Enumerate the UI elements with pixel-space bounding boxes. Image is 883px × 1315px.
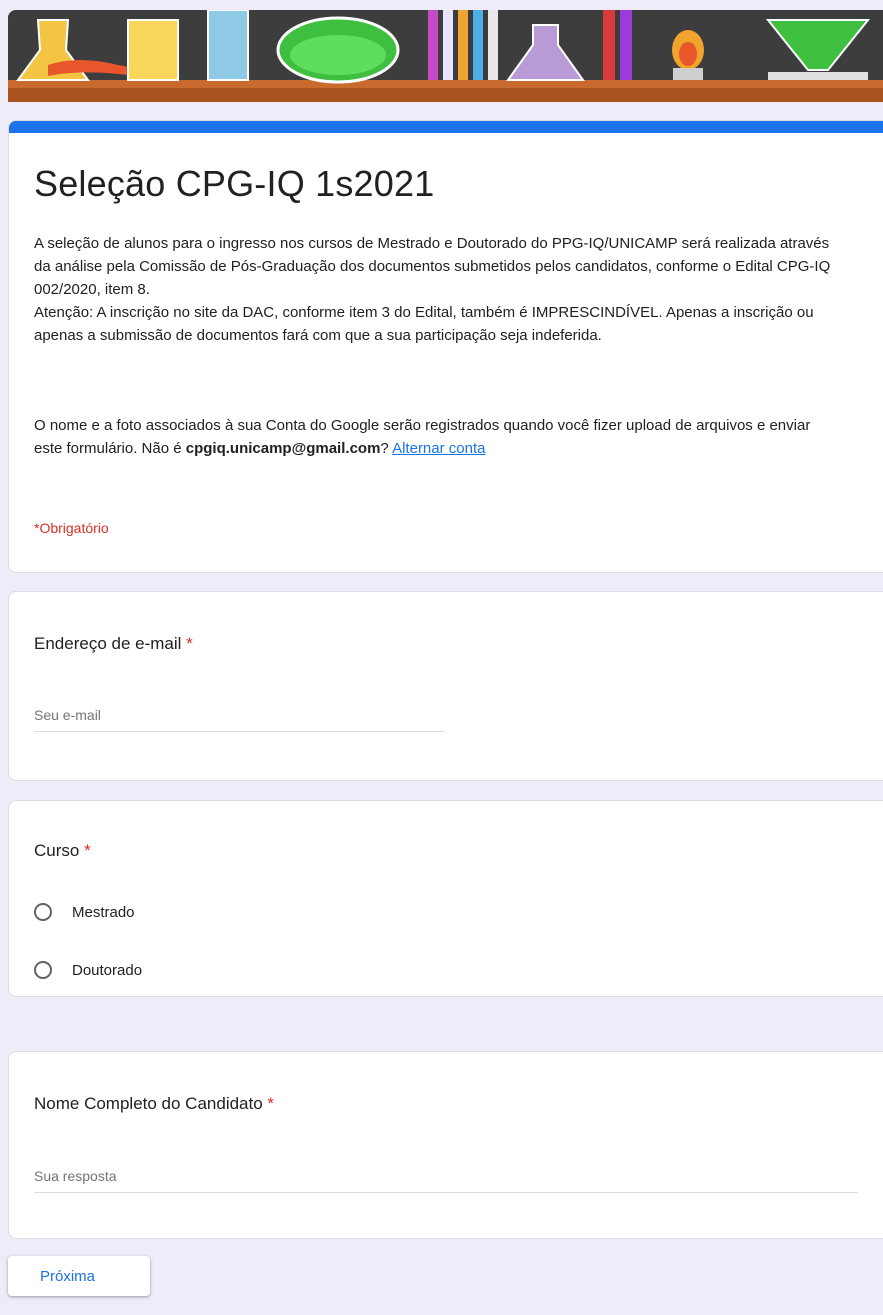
email-question-label: Endereço de e-mail: [34, 634, 182, 653]
next-button[interactable]: Próxima: [8, 1256, 150, 1296]
form-title: Seleção CPG-IQ 1s2021: [34, 163, 435, 204]
form-description-paragraph: Atenção: A inscrição no site da DAC, con…: [34, 304, 814, 344]
radio-button[interactable]: [34, 903, 52, 921]
radio-button[interactable]: [34, 961, 52, 979]
email-question-title: Endereço de e-mail *: [34, 634, 193, 654]
radio-option-label: Mestrado: [72, 903, 135, 921]
form-description-paragraph: A seleção de alunos para o ingresso nos …: [34, 235, 831, 298]
radio-option-label: Doutorado: [72, 961, 143, 979]
required-indicator-note: *Obrigatório: [34, 520, 109, 536]
chemistry-lab-glassware-icon: [8, 10, 883, 102]
required-asterisk: *: [186, 634, 193, 653]
form-description: A seleção de alunos para o ingresso nos …: [34, 232, 834, 347]
required-asterisk: *: [267, 1094, 275, 1113]
radio-option-doutorado[interactable]: Doutorado: [34, 961, 142, 979]
full-name-input[interactable]: [34, 1168, 858, 1193]
account-email: cpgiq.unicamp@gmail.com: [185, 440, 381, 457]
email-input[interactable]: [34, 707, 444, 732]
course-question-label: Curso: [34, 841, 80, 860]
form-accent-bar: [9, 121, 883, 133]
email-question-card: [8, 591, 883, 781]
account-notice-text: ?: [380, 440, 393, 457]
full-name-question-card: [8, 1051, 883, 1239]
full-name-question-title: Nome Completo do Candidato *: [34, 1094, 274, 1114]
course-question-title: Curso *: [34, 841, 91, 861]
full-name-question-label: Nome Completo do Candidato: [34, 1094, 263, 1113]
required-asterisk: *: [84, 841, 91, 860]
account-notice: O nome e a foto associados à sua Conta d…: [34, 414, 834, 460]
radio-option-mestrado[interactable]: Mestrado: [34, 903, 135, 921]
header-banner-image: [8, 10, 883, 102]
switch-account-link[interactable]: Alternar conta: [392, 440, 485, 457]
